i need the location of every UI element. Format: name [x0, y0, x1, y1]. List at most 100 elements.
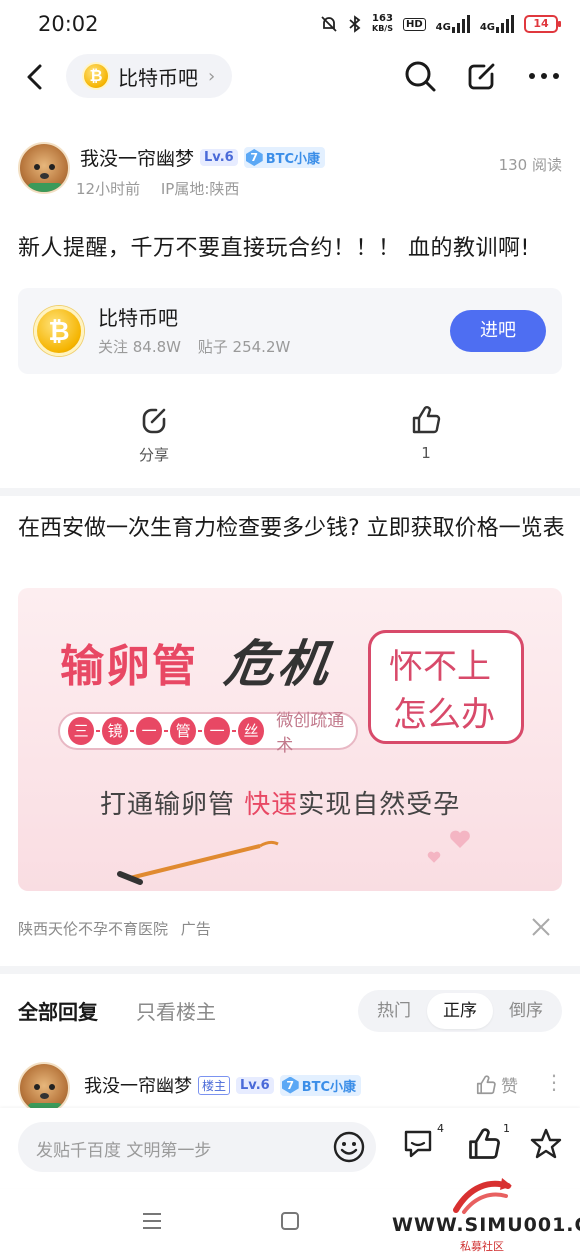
signal-2: 4G [480, 15, 514, 33]
medical-device-illustration [117, 840, 279, 885]
post-title: 新人提醒，千万不要直接玩合约！！！ 血的教训啊! [18, 236, 530, 261]
read-count: 130 阅读 [498, 156, 562, 174]
diamond-icon: 7 [245, 149, 263, 166]
forum-rank-badge: 7 BTC小康 [243, 147, 326, 168]
more-icon [529, 73, 559, 79]
ad-speech-bubble: 怀不上 怎么办 [368, 630, 524, 744]
reply-more-icon[interactable]: ⋮ [544, 1072, 564, 1092]
tab-op-only[interactable]: 只看楼主 [136, 996, 216, 1025]
search-icon [405, 61, 436, 92]
section-divider [0, 966, 580, 974]
hd-icon: HD [402, 17, 426, 31]
watermark: WWW.SIMU001.CN 私募社区 [392, 1176, 580, 1254]
comment-icon [404, 1130, 432, 1158]
heart-decoration-icon [427, 851, 441, 863]
bitcoin-icon: ₿ [34, 306, 84, 356]
sort-hot[interactable]: 热门 [361, 993, 427, 1029]
chevron-right-icon: › [208, 65, 216, 87]
ad-title[interactable]: 在西安做一次生育力检查要多少钱? 立即获取价格一览表 [18, 510, 566, 548]
forum-card[interactable]: ₿ 比特币吧 关注 84.8W 贴子 254.2W 进吧 [18, 288, 562, 374]
avatar[interactable] [18, 142, 70, 194]
home-icon[interactable] [279, 1210, 301, 1232]
ad-headline-2: 危机 [221, 635, 336, 693]
comment-button[interactable]: 4 [400, 1122, 444, 1166]
thumbs-up-icon [476, 1074, 496, 1094]
sort-asc[interactable]: 正序 [427, 993, 493, 1029]
like-count: 1 [421, 444, 431, 462]
reply-like-button[interactable]: 赞 [475, 1072, 518, 1097]
section-divider [0, 488, 580, 496]
reply-item: 我没一帘幽梦 楼主 Lv.6 7 BTC小康 赞 ⋮ [18, 1062, 564, 1114]
follower-count: 关注 84.8W [98, 338, 181, 356]
ad-headline-1: 输卵管 [60, 641, 198, 692]
bottom-like-button[interactable]: 1 [466, 1122, 510, 1166]
reply-author-name[interactable]: 我没一帘幽梦 [84, 1072, 192, 1098]
nav-actions [402, 58, 562, 94]
forum-link-pill[interactable]: ₿ 比特币吧 › [66, 54, 232, 98]
bluetooth-icon [349, 15, 361, 33]
sort-desc[interactable]: 倒序 [493, 993, 559, 1029]
ip-location: IP属地:陕西 [160, 180, 240, 198]
signal-bars-icon [451, 15, 470, 33]
signal-1: 4G [436, 15, 470, 33]
advertiser-name: 陕西天伦不孕不育医院 [18, 920, 169, 938]
post-meta: 12小时前 IP属地:陕西 [76, 178, 239, 199]
clock: 20:02 [38, 12, 99, 36]
ad-source: 陕西天伦不孕不育医院 广告 [18, 918, 211, 939]
mute-bell-icon [321, 16, 337, 32]
bitcoin-icon: ₿ [82, 62, 110, 90]
post-time: 12小时前 [76, 180, 141, 198]
like-button[interactable]: 1 [386, 404, 466, 462]
favorite-button[interactable] [528, 1126, 568, 1166]
diamond-icon: 7 [281, 1076, 299, 1094]
level-badge: Lv.6 [200, 149, 238, 166]
post-actions: 分享 1 [0, 404, 580, 474]
reply-author-row: 我没一帘幽梦 楼主 Lv.6 7 BTC小康 [84, 1072, 362, 1098]
bottom-like-count: 1 [503, 1122, 510, 1135]
sort-toggle: 热门 正序 倒序 [358, 990, 562, 1032]
share-label: 分享 [138, 446, 169, 464]
status-icons: 163 KB/S HD 4G 4G 14 [320, 13, 561, 34]
more-button[interactable] [526, 58, 562, 94]
forum-stats: 关注 84.8W 贴子 254.2W [98, 336, 290, 357]
share-button[interactable]: 分享 [114, 404, 194, 465]
forum-name: 比特币吧 [118, 65, 198, 90]
back-arrow-icon[interactable] [18, 60, 52, 94]
edit-icon [468, 63, 495, 90]
thumbs-up-icon [469, 1128, 500, 1159]
ad-tag: 广告 [180, 920, 211, 938]
ad-tagline: 打通输卵管 快速实现自然受孕 [100, 790, 461, 820]
level-badge: Lv.6 [236, 1076, 274, 1094]
star-icon [530, 1128, 562, 1159]
post-count: 贴子 254.2W [197, 338, 291, 356]
author-name[interactable]: 我没一帘幽梦 [80, 144, 194, 171]
forum-card-name: 比特币吧 [98, 306, 178, 330]
avatar[interactable] [18, 1062, 70, 1114]
top-nav: ₿ 比特币吧 › [0, 52, 580, 102]
edit-button[interactable] [464, 58, 500, 94]
author-row: 我没一帘幽梦 Lv.6 7 BTC小康 [80, 144, 326, 171]
thumbs-up-icon [412, 406, 441, 434]
search-button[interactable] [402, 58, 438, 94]
emoji-icon[interactable] [332, 1130, 366, 1164]
ad-banner[interactable]: 输卵管 危机 怀不上 怎么办 三 镜 一 管 一 丝 微创疏通术 打通输卵管 快… [18, 588, 562, 891]
app-screen: 20:02 163 KB/S HD 4G 4G 14 ₿ 比特币吧 › 我没一帘… [0, 0, 580, 1257]
status-bar: 20:02 163 KB/S HD 4G 4G 14 [0, 0, 580, 52]
heart-decoration-icon [450, 830, 470, 848]
close-icon[interactable] [528, 914, 554, 940]
ad-pill-row: 三 镜 一 管 一 丝 微创疏通术 [58, 711, 358, 756]
post-header: 我没一帘幽梦 Lv.6 7 BTC小康 12小时前 IP属地:陕西 130 阅读 [18, 140, 562, 200]
net-speed: 163 KB/S [372, 13, 393, 34]
reply-input[interactable]: 发贴千百度 文明第一步 [18, 1122, 376, 1172]
signal-bars-icon [496, 15, 514, 33]
reply-input-placeholder: 发贴千百度 文明第一步 [36, 1141, 212, 1161]
enter-forum-button[interactable]: 进吧 [450, 310, 546, 352]
tab-all-replies[interactable]: 全部回复 [18, 996, 98, 1025]
owner-tag: 楼主 [198, 1075, 231, 1095]
watermark-logo-icon [453, 1178, 512, 1214]
reply-header: 全部回复 只看楼主 热门 正序 倒序 [18, 990, 562, 1034]
comment-count: 4 [437, 1122, 444, 1135]
battery-icon: 14 [524, 15, 561, 33]
share-icon [142, 408, 166, 434]
menu-icon[interactable] [140, 1210, 164, 1232]
